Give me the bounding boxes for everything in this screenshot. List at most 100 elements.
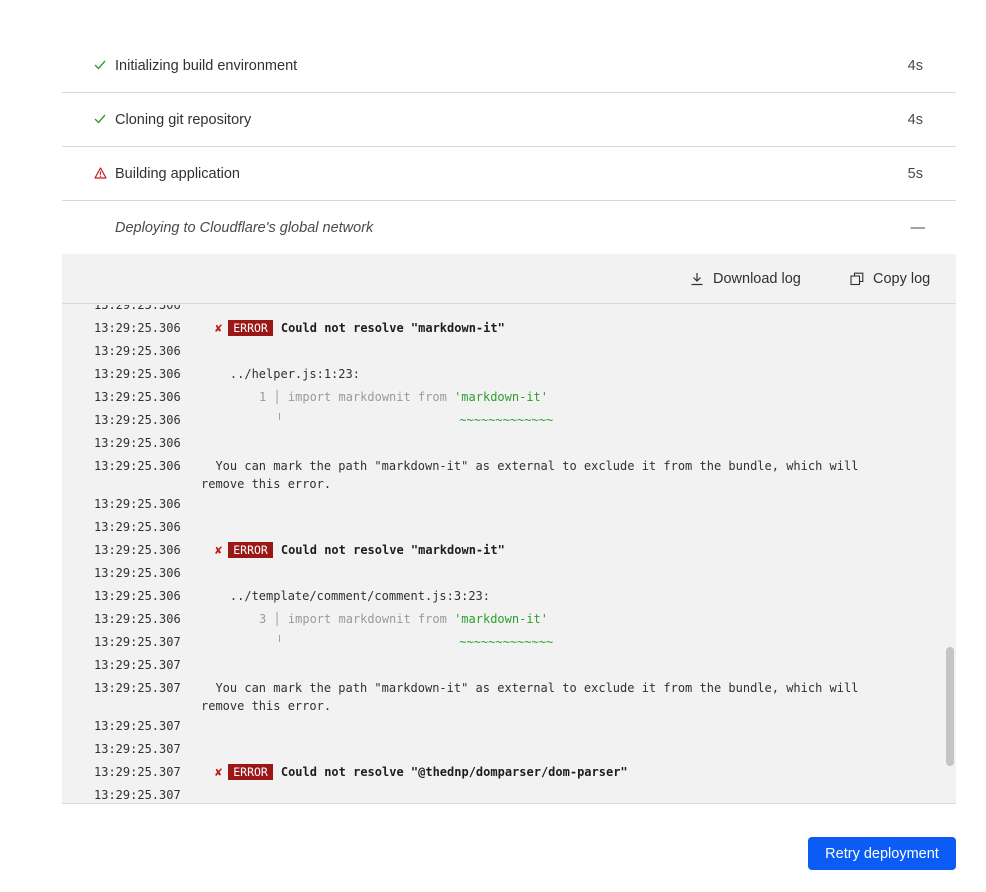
error-badge: ERROR bbox=[228, 542, 273, 558]
log-timestamp: 13:29:25.307 bbox=[94, 658, 181, 672]
log-timestamp: 13:29:25.306 bbox=[94, 367, 181, 381]
code-marker: ╵ bbox=[276, 635, 284, 649]
error-badge: ERROR bbox=[228, 320, 273, 336]
log-line: 13:29:25.306 3 │ import markdownit from '… bbox=[62, 608, 942, 631]
log-output[interactable]: 13:29:25.306 13:29:25.306 ✘ ERROR Could not … bbox=[62, 305, 956, 803]
log-timestamp: 13:29:25.307 bbox=[94, 719, 181, 733]
log-line: 13:29:25.306 bbox=[62, 493, 942, 516]
code-snippet: import markdownit from bbox=[287, 390, 455, 404]
log-message: 1 │ import markdownit from 'markdown-it' bbox=[201, 388, 942, 409]
step-duration: 5s bbox=[907, 165, 923, 182]
log-line: 13:29:25.307 ╵ ~~~~~~~~~~~~~ bbox=[62, 631, 942, 654]
log-message: ╵ ~~~~~~~~~~~~~ bbox=[201, 633, 942, 654]
step-label: Initializing build environment bbox=[115, 57, 298, 74]
log-message: ../helper.js:1:23: bbox=[201, 367, 360, 381]
code-snippet: import markdownit from bbox=[287, 612, 455, 626]
log-line: 13:29:25.307 bbox=[62, 738, 942, 761]
code-string: 'markdown-it' bbox=[454, 390, 548, 404]
error-text: Could not resolve "markdown-it" bbox=[280, 543, 505, 557]
log-timestamp: 13:29:25.306 bbox=[94, 566, 181, 580]
code-line-number: 3 │ bbox=[259, 612, 288, 626]
log-timestamp: 13:29:25.307 bbox=[94, 742, 181, 756]
log-message: You can mark the path "markdown-it" as e… bbox=[201, 681, 866, 713]
step-duration: 4s bbox=[907, 57, 923, 74]
log-line: 13:29:25.307 bbox=[62, 715, 942, 738]
log-timestamp: 13:29:25.306 bbox=[94, 436, 181, 450]
log-timestamp: 13:29:25.306 bbox=[94, 305, 181, 312]
log-message: 3 │ import markdownit from 'markdown-it' bbox=[201, 610, 942, 631]
log-timestamp: 13:29:25.306 bbox=[94, 413, 181, 427]
log-line: 13:29:25.306 bbox=[62, 340, 942, 363]
log-line: 13:29:25.306 ../helper.js:1:23: bbox=[62, 363, 942, 386]
log-message: ╵ ~~~~~~~~~~~~~ bbox=[201, 411, 942, 432]
error-x-icon: ✘ bbox=[215, 321, 223, 335]
log-timestamp: 13:29:25.307 bbox=[94, 635, 181, 649]
error-badge: ERROR bbox=[228, 764, 273, 780]
log-timestamp: 13:29:25.306 bbox=[94, 589, 181, 603]
log-line: 13:29:25.307 bbox=[62, 784, 942, 803]
log-timestamp: 13:29:25.306 bbox=[94, 497, 181, 511]
log-timestamp: 13:29:25.306 bbox=[94, 612, 181, 626]
log-message bbox=[201, 342, 942, 363]
error-x-icon: ✘ bbox=[215, 765, 223, 779]
log-lines: 13:29:25.306 13:29:25.306 ✘ ERROR Could not … bbox=[62, 305, 942, 803]
build-steps: Initializing build environment 4s Clonin… bbox=[62, 39, 956, 255]
check-icon bbox=[93, 112, 107, 126]
log-toolbar: Download log Copy log bbox=[62, 254, 956, 304]
log-message bbox=[201, 786, 942, 803]
check-icon bbox=[93, 58, 107, 72]
log-line: 13:29:25.306 ../template/comment/comment… bbox=[62, 585, 942, 608]
log-line: 13:29:25.306 bbox=[62, 305, 942, 317]
log-timestamp: 13:29:25.307 bbox=[94, 765, 181, 779]
log-message bbox=[201, 656, 942, 677]
download-icon bbox=[691, 273, 703, 286]
log-timestamp: 13:29:25.306 bbox=[94, 390, 181, 404]
log-message: ../template/comment/comment.js:3:23: bbox=[201, 589, 490, 603]
copy-icon bbox=[850, 272, 864, 286]
log-line: 13:29:25.306 bbox=[62, 432, 942, 455]
log-line: 13:29:25.306 ✘ ERROR Could not resolve "mar… bbox=[62, 317, 942, 340]
step-initializing: Initializing build environment 4s bbox=[62, 39, 956, 93]
code-line-number: 1 │ bbox=[259, 390, 288, 404]
log-line: 13:29:25.306 ╵ ~~~~~~~~~~~~~ bbox=[62, 409, 942, 432]
log-line: 13:29:25.307 bbox=[62, 654, 942, 677]
code-squiggle: ~~~~~~~~~~~~~ bbox=[459, 635, 554, 649]
step-label: Cloning git repository bbox=[115, 111, 252, 128]
step-duration: 4s bbox=[907, 111, 923, 128]
log-timestamp: 13:29:25.306 bbox=[94, 321, 181, 335]
log-message: ✘ ERROR Could not resolve "markdown-it" bbox=[201, 541, 942, 562]
retry-deployment-button[interactable]: Retry deployment bbox=[808, 837, 956, 870]
download-log-button[interactable]: Download log bbox=[690, 271, 801, 287]
download-log-label: Download log bbox=[713, 271, 801, 287]
step-label: Building application bbox=[115, 165, 240, 182]
log-message bbox=[201, 518, 942, 539]
code-string: 'markdown-it' bbox=[454, 612, 548, 626]
log-line: 13:29:25.306 bbox=[62, 516, 942, 539]
log-message bbox=[201, 740, 942, 761]
error-x-icon: ✘ bbox=[215, 543, 223, 557]
step-duration: — bbox=[910, 220, 926, 236]
log-scrollbar[interactable] bbox=[946, 647, 954, 766]
code-marker: ╵ bbox=[276, 413, 284, 427]
log-line: 13:29:25.306 bbox=[62, 562, 942, 585]
log-timestamp: 13:29:25.306 bbox=[94, 344, 181, 358]
copy-log-button[interactable]: Copy log bbox=[850, 271, 930, 287]
step-cloning: Cloning git repository 4s bbox=[62, 93, 956, 147]
log-line: 13:29:25.307 You can mark the path "mark… bbox=[62, 677, 942, 715]
log-message bbox=[201, 495, 942, 516]
log-message: ✘ ERROR Could not resolve "@thednp/dompars… bbox=[201, 763, 942, 784]
log-message bbox=[201, 564, 942, 585]
log-line: 13:29:25.306 You can mark the path "mark… bbox=[62, 455, 942, 493]
log-line: 13:29:25.307 ✘ ERROR Could not resolve "@th… bbox=[62, 761, 942, 784]
log-timestamp: 13:29:25.306 bbox=[94, 543, 181, 557]
warning-icon bbox=[93, 166, 107, 180]
error-text: Could not resolve "@thednp/domparser/dom… bbox=[280, 765, 628, 779]
log-message bbox=[201, 305, 942, 317]
log-message: ✘ ERROR Could not resolve "markdown-it" bbox=[201, 319, 942, 340]
log-message bbox=[201, 434, 942, 455]
copy-log-label: Copy log bbox=[873, 271, 931, 287]
log-panel: Download log Copy log 13:29:25.306 13:29:… bbox=[62, 254, 956, 804]
log-timestamp: 13:29:25.307 bbox=[94, 681, 181, 695]
step-deploying: Deploying to Cloudflare's global network… bbox=[62, 201, 956, 255]
error-text: Could not resolve "markdown-it" bbox=[280, 321, 505, 335]
